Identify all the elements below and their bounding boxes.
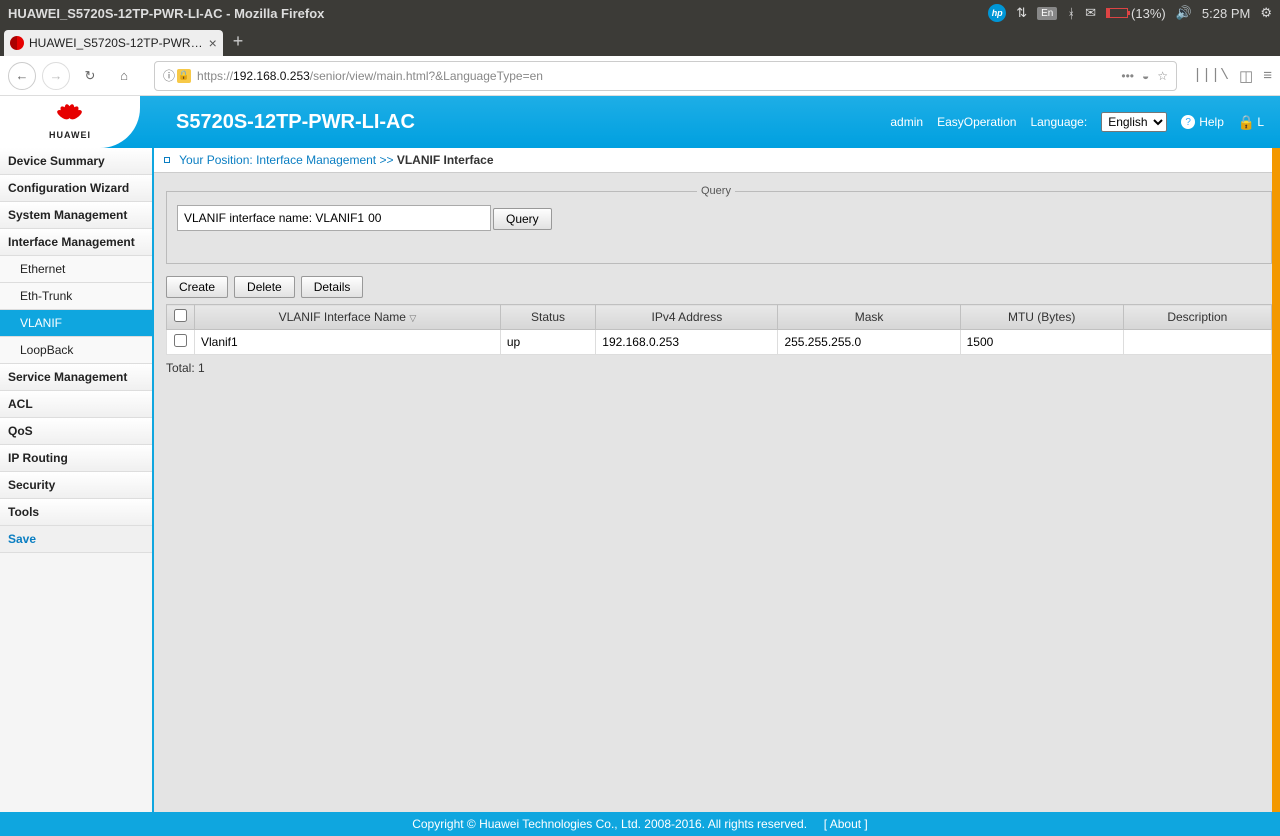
col-ipv4[interactable]: IPv4 Address: [596, 305, 778, 330]
close-tab-icon[interactable]: ×: [209, 35, 217, 51]
sidebar-item-vlanif[interactable]: VLANIF: [0, 310, 152, 337]
col-name[interactable]: VLANIF Interface Name ▽: [195, 305, 501, 330]
page-actions-icon[interactable]: •••: [1121, 69, 1134, 83]
select-all-checkbox[interactable]: [174, 309, 187, 322]
sidebar-icon[interactable]: ◫: [1239, 67, 1253, 85]
new-tab-button[interactable]: +: [233, 31, 244, 52]
keyboard-lang-indicator[interactable]: En: [1037, 7, 1057, 20]
breadcrumb-path[interactable]: Your Position: Interface Management >>: [179, 153, 393, 167]
breadcrumb-current: VLANIF Interface: [397, 153, 494, 167]
cell-ipv4: 192.168.0.253: [596, 330, 778, 355]
total-count: Total: 1: [166, 361, 1272, 375]
sidebar-item-security[interactable]: Security: [0, 472, 152, 499]
battery-indicator[interactable]: (13%): [1106, 6, 1166, 21]
logout-link[interactable]: L: [1257, 115, 1264, 129]
sort-desc-icon: ▽: [409, 313, 416, 323]
col-mtu[interactable]: MTU (Bytes): [960, 305, 1123, 330]
library-icon[interactable]: |||\: [1193, 67, 1229, 84]
bookmark-star-icon[interactable]: ☆: [1157, 69, 1168, 83]
os-titlebar: HUAWEI_S5720S-12TP-PWR-LI-AC - Mozilla F…: [0, 0, 1280, 26]
brand-name: HUAWEI: [49, 130, 91, 140]
sidebar-item-ip-routing[interactable]: IP Routing: [0, 445, 152, 472]
sidebar: Device Summary Configuration Wizard Syst…: [0, 148, 154, 812]
col-desc[interactable]: Description: [1123, 305, 1271, 330]
sidebar-item-service-management[interactable]: Service Management: [0, 364, 152, 391]
forward-button: →: [42, 62, 70, 90]
sidebar-item-interface-management[interactable]: Interface Management: [0, 229, 152, 256]
easy-operation-link[interactable]: EasyOperation: [937, 115, 1016, 129]
home-button[interactable]: ⌂: [110, 62, 138, 90]
delete-button[interactable]: Delete: [234, 276, 295, 298]
details-button[interactable]: Details: [301, 276, 364, 298]
sidebar-item-tools[interactable]: Tools: [0, 499, 152, 526]
sidebar-item-device-summary[interactable]: Device Summary: [0, 148, 152, 175]
system-tray: hp ⇅ En ᚼ ✉ (13%) 🔊 5:28 PM ⚙: [988, 4, 1272, 22]
volume-icon[interactable]: 🔊: [1176, 5, 1192, 21]
copyright-text: Copyright © Huawei Technologies Co., Ltd…: [412, 817, 807, 831]
hp-icon: hp: [988, 4, 1006, 22]
query-button[interactable]: Query: [493, 208, 552, 230]
security-warning-icon[interactable]: 🔒: [177, 69, 191, 83]
footer: Copyright © Huawei Technologies Co., Ltd…: [0, 812, 1280, 836]
brand-logo: HUAWEI: [0, 96, 140, 148]
vlanif-table: VLANIF Interface Name ▽ Status IPv4 Addr…: [166, 304, 1272, 355]
breadcrumb: Your Position: Interface Management >> V…: [154, 148, 1272, 173]
browser-navbar: ← → ↻ ⌂ ⓘ 🔒 https://192.168.0.253/senior…: [0, 56, 1280, 96]
browser-tab[interactable]: HUAWEI_S5720S-12TP-PWR… ×: [4, 30, 223, 56]
create-button[interactable]: Create: [166, 276, 228, 298]
row-checkbox[interactable]: [174, 334, 187, 347]
action-buttons: Create Delete Details: [166, 276, 1272, 298]
sidebar-item-eth-trunk[interactable]: Eth-Trunk: [0, 283, 152, 310]
pocket-icon[interactable]: ◒: [1142, 69, 1149, 83]
sidebar-item-ethernet[interactable]: Ethernet: [0, 256, 152, 283]
query-label: VLANIF interface name: VLANIF1: [184, 211, 364, 225]
content-area: Your Position: Interface Management >> V…: [154, 148, 1280, 812]
tab-title: HUAWEI_S5720S-12TP-PWR…: [29, 36, 203, 50]
language-select[interactable]: English: [1101, 112, 1167, 132]
query-fieldset: Query VLANIF interface name: VLANIF1 Que…: [166, 185, 1272, 264]
gear-icon[interactable]: ⚙: [1260, 5, 1272, 21]
help-icon[interactable]: ?: [1181, 115, 1195, 129]
cell-name: Vlanif1: [195, 330, 501, 355]
reload-button[interactable]: ↻: [76, 62, 104, 90]
vlanif-name-input[interactable]: [364, 209, 484, 227]
sidebar-item-config-wizard[interactable]: Configuration Wizard: [0, 175, 152, 202]
query-legend: Query: [697, 185, 735, 197]
cell-desc: [1123, 330, 1271, 355]
table-row[interactable]: Vlanif1 up 192.168.0.253 255.255.255.0 1…: [167, 330, 1272, 355]
menu-icon[interactable]: ≡: [1263, 67, 1272, 84]
breadcrumb-marker-icon: [164, 157, 170, 163]
language-label: Language:: [1030, 115, 1087, 129]
url-path: /senior/view/main.html?&LanguageType=en: [310, 69, 543, 83]
url-protocol: https://: [197, 69, 233, 83]
lock-icon: 🔒: [1238, 114, 1255, 131]
favicon: [10, 36, 24, 50]
cell-status: up: [500, 330, 595, 355]
info-icon[interactable]: ⓘ: [163, 67, 175, 84]
help-link[interactable]: Help: [1199, 115, 1224, 129]
bluetooth-icon[interactable]: ᚼ: [1067, 6, 1075, 21]
sidebar-item-qos[interactable]: QoS: [0, 418, 152, 445]
browser-tabbar: HUAWEI_S5720S-12TP-PWR… × +: [0, 26, 1280, 56]
sidebar-item-acl[interactable]: ACL: [0, 391, 152, 418]
cell-mtu: 1500: [960, 330, 1123, 355]
cell-mask: 255.255.255.0: [778, 330, 960, 355]
mail-icon[interactable]: ✉: [1085, 5, 1096, 21]
huawei-flower-icon: [55, 104, 85, 128]
clock[interactable]: 5:28 PM: [1202, 6, 1250, 21]
col-status[interactable]: Status: [500, 305, 595, 330]
router-header: HUAWEI S5720S-12TP-PWR-LI-AC admin EasyO…: [0, 96, 1280, 148]
about-link[interactable]: [ About ]: [824, 817, 868, 831]
back-button[interactable]: ←: [8, 62, 36, 90]
device-model: S5720S-12TP-PWR-LI-AC: [176, 111, 415, 134]
sidebar-item-system-management[interactable]: System Management: [0, 202, 152, 229]
sidebar-item-loopback[interactable]: LoopBack: [0, 337, 152, 364]
current-user: admin: [890, 115, 923, 129]
url-host: 192.168.0.253: [233, 69, 310, 83]
sidebar-save-link[interactable]: Save: [0, 526, 152, 553]
address-bar[interactable]: ⓘ 🔒 https://192.168.0.253/senior/view/ma…: [154, 61, 1177, 91]
col-mask[interactable]: Mask: [778, 305, 960, 330]
window-title: HUAWEI_S5720S-12TP-PWR-LI-AC - Mozilla F…: [8, 6, 324, 21]
network-icon[interactable]: ⇅: [1016, 5, 1027, 21]
